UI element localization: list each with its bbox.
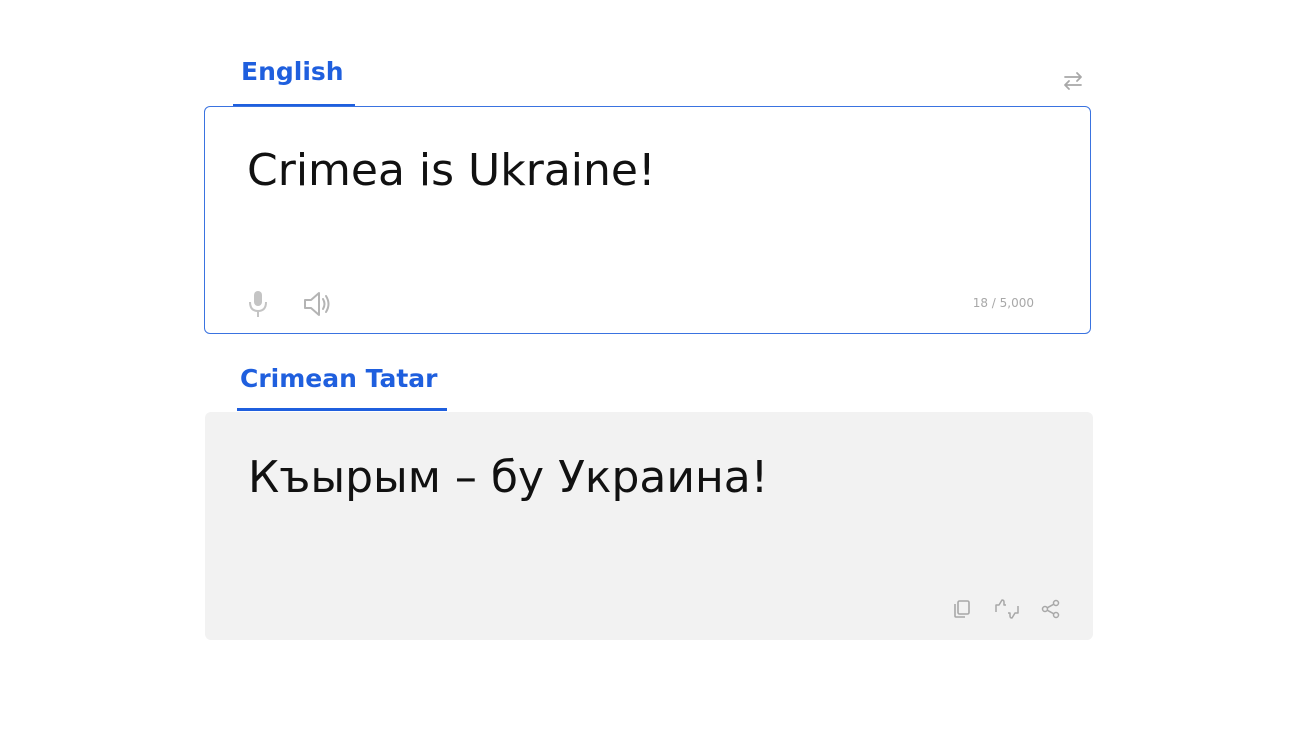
copy-button[interactable] — [950, 596, 974, 622]
translation-output-box: Къырым – бу Украина! — [205, 412, 1093, 640]
feedback-button[interactable] — [993, 596, 1021, 622]
thumbs-feedback-icon — [995, 599, 1019, 619]
speaker-icon — [304, 292, 330, 316]
microphone-button[interactable] — [243, 287, 273, 321]
character-count: 18 / 5,000 — [972, 296, 1034, 310]
source-text-input[interactable]: Crimea is Ukraine! — [247, 145, 1047, 196]
speaker-button[interactable] — [300, 287, 336, 321]
target-tab-underline — [237, 408, 447, 411]
share-icon — [1041, 599, 1060, 619]
copy-icon — [954, 600, 970, 618]
microphone-icon — [249, 291, 267, 317]
tab-target-language[interactable]: Crimean Tatar — [240, 364, 437, 393]
source-text-box[interactable]: Crimea is Ukraine! 18 / 5,000 — [204, 106, 1091, 334]
share-button[interactable] — [1039, 596, 1063, 622]
translation-text: Къырым – бу Украина! — [248, 452, 769, 503]
swap-languages-button[interactable] — [1056, 64, 1090, 98]
translator-page: English Crimea is Ukraine! 18 / 5,000 Cr… — [0, 0, 1300, 729]
swap-arrows-icon — [1064, 72, 1082, 90]
tab-source-language[interactable]: English — [241, 57, 344, 86]
